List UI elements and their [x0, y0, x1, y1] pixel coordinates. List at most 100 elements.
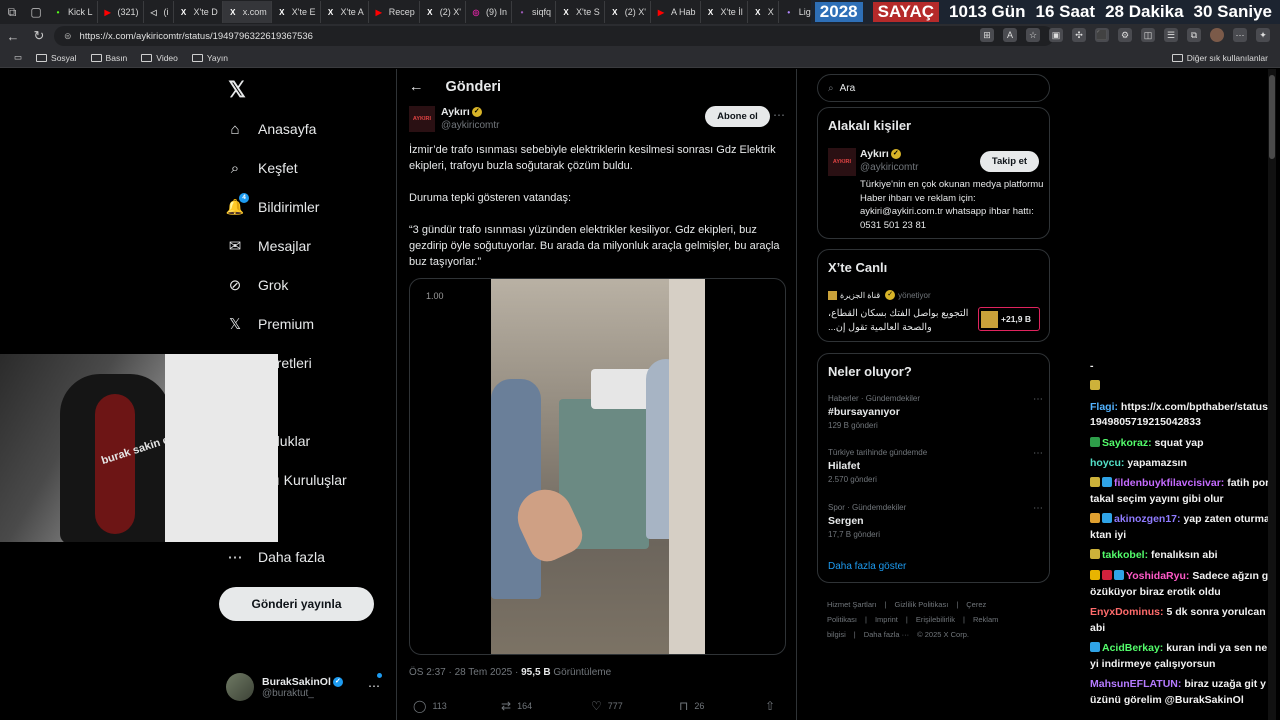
- url-field[interactable]: ⊜ https://x.com/aykiricomtr/status/19497…: [54, 26, 1054, 46]
- nav-item[interactable]: 🔔 4 Bildirimler: [226, 193, 319, 220]
- browser-tab[interactable]: X (2) X': [605, 1, 651, 23]
- chat-username[interactable]: hoycu:: [1090, 457, 1124, 469]
- chat-username[interactable]: fildenbuykfilavcisivar:: [1114, 477, 1224, 489]
- chat-username[interactable]: takkobel:: [1102, 549, 1148, 561]
- collections-icon[interactable]: ⧉: [1187, 28, 1201, 42]
- trend-more-icon[interactable]: ⋯: [1033, 448, 1043, 459]
- browser-tab[interactable]: ▶ A Hab: [651, 1, 701, 23]
- browser-tab[interactable]: X X'te İl: [701, 1, 748, 23]
- footer-link[interactable]: Hizmet Şartları: [827, 600, 877, 609]
- nav-item[interactable]: ⋯ Daha fazla: [226, 544, 325, 570]
- show-more-link[interactable]: Daha fazla göster: [828, 561, 906, 572]
- footer-link[interactable]: Gizlilik Politikası: [895, 600, 949, 609]
- other-bookmarks[interactable]: Diğer sık kullanılanlar: [1171, 53, 1268, 63]
- chat-username[interactable]: Flagi:: [1090, 401, 1118, 413]
- browser-tab[interactable]: Xx.com: [222, 1, 272, 23]
- trend-item[interactable]: Türkiye tarihinde gündemde Hilafet 2.570 g…: [828, 448, 1043, 484]
- author-avatar[interactable]: AYKIRI: [409, 106, 435, 132]
- extensions-puzzle-icon[interactable]: ⚙: [1118, 28, 1132, 42]
- site-info-icon[interactable]: ⊜: [64, 31, 72, 42]
- nav-item[interactable]: ✉ Mesajlar: [226, 233, 311, 259]
- page-scrollbar[interactable]: [1268, 69, 1276, 720]
- favorites-icon[interactable]: ☰: [1164, 28, 1178, 42]
- browser-tab[interactable]: • Kick L: [48, 1, 98, 23]
- extension-icon[interactable]: ✣: [1072, 28, 1086, 42]
- browser-tab[interactable]: • siqfq: [512, 1, 557, 23]
- browser-tab[interactable]: ◎ (9) In: [466, 1, 513, 23]
- trend-more-icon[interactable]: ⋯: [1033, 394, 1043, 405]
- tab-actions-icon[interactable]: ▢: [24, 0, 48, 24]
- share-button[interactable]: ⇧: [765, 699, 775, 713]
- bookmarks-toggle-icon[interactable]: ▭: [14, 52, 22, 63]
- footer-link[interactable]: Imprint: [875, 615, 898, 624]
- related-handle[interactable]: @aykiricomtr: [860, 162, 919, 173]
- bookmark-folder-yayin[interactable]: Yayın: [191, 53, 228, 63]
- chat-username[interactable]: akinozgen17:: [1114, 513, 1181, 525]
- trend-item[interactable]: Spor · Gündemdekiler Sergen 17,7 B gönderi…: [828, 503, 1043, 539]
- playback-speed[interactable]: 1.00: [426, 291, 444, 301]
- bookmark-folder-basin[interactable]: Basın: [90, 53, 127, 63]
- author-name[interactable]: Aykırı ✓: [441, 106, 482, 118]
- like-button[interactable]: ♡ 777: [591, 699, 623, 713]
- browser-tab[interactable]: XX: [748, 1, 779, 23]
- post-button[interactable]: Gönderi yayınla: [219, 587, 374, 621]
- app-available-icon[interactable]: ⊞: [980, 28, 994, 42]
- trend-more-icon[interactable]: ⋯: [1033, 503, 1043, 514]
- browser-tab[interactable]: ▶ Recep: [369, 1, 420, 23]
- chat-username[interactable]: YoshidaRyu:: [1126, 570, 1189, 582]
- account-switcher[interactable]: BurakSakinOl ✓ @buraktut_ ⋯: [226, 669, 386, 705]
- browser-tab[interactable]: X (2) X': [420, 1, 466, 23]
- workspaces-icon[interactable]: ⧉: [0, 0, 24, 24]
- footer-link[interactable]: Daha fazla ···: [864, 630, 909, 639]
- search-input[interactable]: Ara: [840, 83, 856, 94]
- nav-item[interactable]: ⌂ Anasayfa: [226, 116, 316, 142]
- subscribe-button[interactable]: Abone ol: [705, 106, 770, 127]
- more-dots-icon[interactable]: ⋯: [368, 679, 380, 693]
- back-icon[interactable]: ←: [0, 29, 26, 44]
- extension-icon[interactable]: ⬛: [1095, 28, 1109, 42]
- related-name[interactable]: Aykırı ✓: [860, 148, 901, 160]
- browser-tab[interactable]: X X'te S: [556, 1, 605, 23]
- chat-username[interactable]: AcidBerkay:: [1102, 642, 1163, 654]
- live-listeners[interactable]: +21,9 B: [978, 307, 1040, 331]
- post-time[interactable]: ÖS 2:37 · 28 Tem 2025 ·: [409, 667, 521, 678]
- footer-link[interactable]: Erişilebilirlik: [916, 615, 955, 624]
- footer-link[interactable]: © 2025 X Corp.: [917, 630, 969, 639]
- reply-button[interactable]: ◯ 113: [413, 699, 447, 713]
- reload-icon[interactable]: ↻: [26, 28, 52, 44]
- x-logo-icon[interactable]: 𝕏: [224, 77, 250, 103]
- browser-tab[interactable]: X X'te A: [321, 1, 369, 23]
- copilot-icon[interactable]: ✦: [1256, 28, 1270, 42]
- nav-item[interactable]: ⊘ Grok: [226, 272, 289, 298]
- related-avatar[interactable]: AYKIRI: [828, 148, 856, 176]
- profile-avatar-icon[interactable]: [1210, 28, 1224, 42]
- trend-item[interactable]: Haberler · Gündemdekiler #bursayanıyor 129…: [828, 394, 1043, 430]
- bookmark-folder-sosyal[interactable]: Sosyal: [36, 53, 77, 63]
- nav-item[interactable]: ⌕ Keşfet: [226, 155, 298, 181]
- back-arrow-icon[interactable]: ←: [409, 79, 424, 95]
- menu-icon[interactable]: ⋯: [1233, 28, 1247, 42]
- bookmark-button[interactable]: ⊓ 26: [679, 699, 704, 713]
- repost-button[interactable]: ⇄ 164: [501, 699, 532, 713]
- author-handle[interactable]: @aykiricomtr: [441, 120, 500, 131]
- split-screen-icon[interactable]: ◫: [1141, 28, 1155, 42]
- follow-button[interactable]: Takip et: [980, 151, 1039, 172]
- scrollbar-thumb[interactable]: [1269, 75, 1275, 159]
- extension-icon[interactable]: ▣: [1049, 28, 1063, 42]
- live-space-title[interactable]: التجويع بواصل الفتك بسكان القطاع، والصحة…: [828, 307, 978, 335]
- browser-tab[interactable]: X X'te D: [174, 1, 223, 23]
- browser-tab[interactable]: ◁ (i: [144, 1, 174, 23]
- live-source[interactable]: قناة الجزيرة ✓ yönetiyor: [828, 290, 931, 300]
- bookmark-folder-video[interactable]: Video: [141, 53, 178, 63]
- nav-item[interactable]: 𝕏 Premium: [226, 311, 314, 337]
- search-bar[interactable]: ⌕ Ara: [817, 74, 1050, 102]
- chat-username[interactable]: MahsunEFLATUN:: [1090, 678, 1181, 690]
- chat-username[interactable]: Saykoraz:: [1102, 437, 1152, 449]
- read-aloud-icon[interactable]: A: [1003, 28, 1017, 42]
- post-more-icon[interactable]: ⋯: [773, 108, 785, 122]
- post-video[interactable]: 1.00: [409, 278, 786, 655]
- browser-tab[interactable]: X X'te E: [272, 1, 321, 23]
- favorite-star-icon[interactable]: ☆: [1026, 28, 1040, 42]
- browser-tab[interactable]: ▶ (321): [98, 1, 144, 23]
- chat-username[interactable]: EnyxDominus:: [1090, 606, 1164, 618]
